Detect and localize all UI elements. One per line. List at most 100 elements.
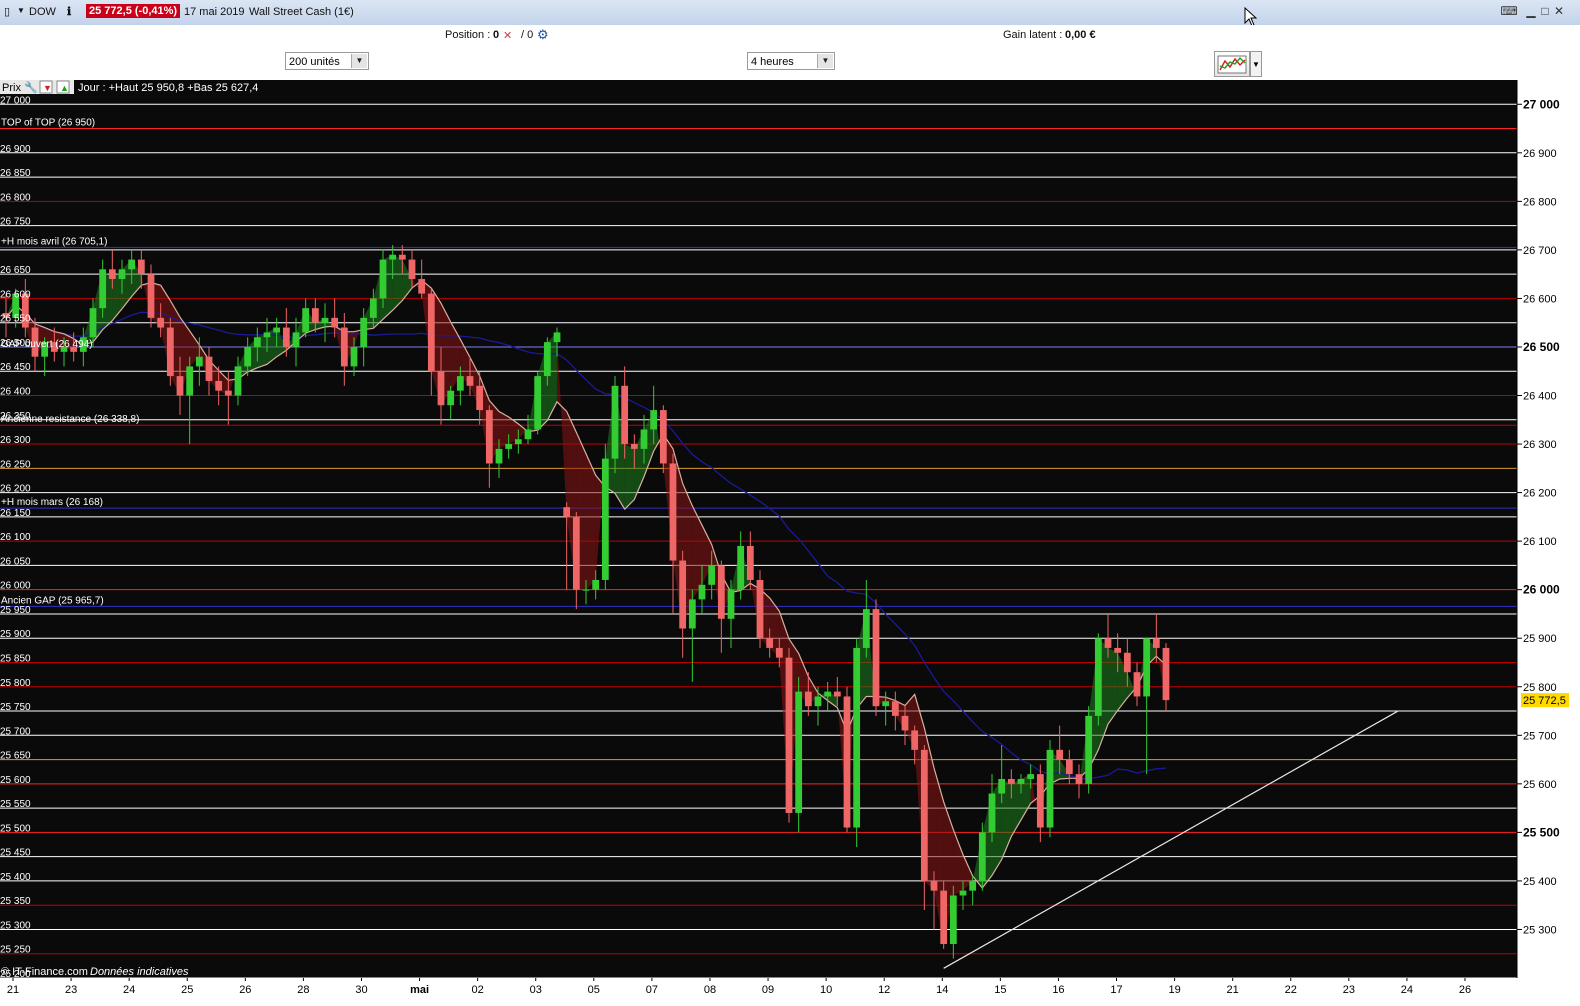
time-tick-label: 16 bbox=[1052, 984, 1064, 996]
price-badge: 25 772,5 (-0,41%) bbox=[86, 4, 181, 18]
position-value: 0 bbox=[493, 29, 500, 41]
candle-body bbox=[630, 444, 638, 449]
close-position-icon[interactable]: ✕ bbox=[503, 29, 512, 42]
window-icon[interactable]: ▯ bbox=[4, 5, 10, 18]
candle-body bbox=[282, 327, 290, 347]
candle-body bbox=[1152, 638, 1160, 648]
candle-body bbox=[930, 880, 938, 891]
timeframe-select[interactable]: 4 heures ▼ bbox=[747, 52, 835, 70]
candle-body bbox=[978, 832, 986, 881]
candle-body bbox=[331, 317, 339, 328]
level-label: 26 900 bbox=[0, 144, 31, 155]
candle-body bbox=[350, 346, 358, 367]
candle-body bbox=[418, 279, 426, 294]
candle-body bbox=[582, 589, 590, 591]
time-tick-label: 15 bbox=[994, 984, 1006, 996]
prix-label[interactable]: Prix bbox=[2, 82, 21, 94]
candle-body bbox=[1162, 647, 1170, 701]
chevron-down-icon[interactable]: ▼ bbox=[817, 54, 833, 68]
time-tick-label: 07 bbox=[646, 984, 658, 996]
level-label: 26 250 bbox=[0, 459, 31, 470]
candle-body bbox=[601, 458, 609, 580]
candle-body bbox=[611, 385, 619, 459]
level-label: 26 450 bbox=[0, 362, 31, 373]
gear-icon[interactable]: ⚙ bbox=[537, 27, 549, 43]
time-tick-label: 21 bbox=[1227, 984, 1239, 996]
keyboard-icon[interactable]: ⌨ bbox=[1498, 4, 1520, 18]
candle-body bbox=[737, 545, 745, 590]
info-bar: Position : 0 ✕ / 0 ⚙ Gain latent : 0,00 … bbox=[0, 25, 1580, 47]
info-icon[interactable]: ℹ bbox=[67, 5, 71, 18]
candle-body bbox=[1007, 778, 1015, 784]
candle-body bbox=[795, 691, 803, 813]
candle-body bbox=[1104, 638, 1112, 648]
time-tick-label: 30 bbox=[355, 984, 367, 996]
candle-body bbox=[147, 274, 155, 318]
candle-body bbox=[911, 730, 919, 750]
level-label: 26 300 bbox=[0, 435, 31, 446]
time-tick-label: 21 bbox=[7, 984, 19, 996]
price-tick-label: 25 900 bbox=[1523, 633, 1557, 645]
price-tick-label: 26 800 bbox=[1523, 196, 1557, 208]
candle-body bbox=[340, 327, 348, 367]
symbol-label[interactable]: DOW bbox=[29, 6, 56, 18]
level-label: 26 400 bbox=[0, 387, 31, 398]
price-tick-label: 26 200 bbox=[1523, 488, 1557, 500]
level-label: 26 050 bbox=[0, 556, 31, 567]
candle-body bbox=[621, 385, 629, 445]
time-tick-label: 05 bbox=[588, 984, 600, 996]
chevron-down-icon[interactable]: ▼ bbox=[351, 54, 367, 68]
candle-body bbox=[1046, 749, 1054, 828]
annotation-label: GAP ouvert (26 494) bbox=[1, 339, 93, 350]
candle-body bbox=[215, 380, 223, 391]
wrench-icon[interactable]: 🔧 bbox=[24, 80, 38, 94]
candle-body bbox=[1027, 774, 1035, 779]
svg-text:▲: ▲ bbox=[60, 83, 69, 93]
annotation-label: +H mois avril (26 705,1) bbox=[1, 236, 107, 247]
title-bar: ▯ ▼ DOW ℹ 25 772,5 (-0,41%) 17 mai 2019 … bbox=[0, 0, 1580, 27]
candle-body bbox=[756, 579, 764, 639]
level-label: 25 800 bbox=[0, 678, 31, 689]
gain-label: Gain latent : bbox=[1003, 29, 1063, 41]
level-label: 25 450 bbox=[0, 848, 31, 859]
candle-body bbox=[804, 691, 812, 707]
candle-body bbox=[669, 463, 677, 561]
ma-fill-segment bbox=[586, 453, 596, 590]
minimize-icon[interactable]: ▁ bbox=[1524, 4, 1538, 18]
chart-type-button[interactable] bbox=[1214, 51, 1250, 77]
candle-body bbox=[108, 269, 116, 280]
dropdown-icon[interactable]: ▼ bbox=[17, 6, 25, 15]
candle-body bbox=[688, 599, 696, 629]
time-tick-label: 24 bbox=[1401, 984, 1413, 996]
time-tick-label: 26 bbox=[1459, 984, 1471, 996]
candle-body bbox=[311, 308, 319, 323]
maximize-icon[interactable]: □ bbox=[1538, 4, 1552, 18]
candle-body bbox=[543, 342, 551, 377]
legend: Prix 🔧 ▼ ▲ Jour : +Haut 25 950,8 +Bas 25… bbox=[0, 80, 258, 94]
time-tick-label: 03 bbox=[530, 984, 542, 996]
ma-fill-segment bbox=[624, 444, 635, 510]
close-icon[interactable]: ✕ bbox=[1552, 4, 1566, 18]
candle-body bbox=[901, 715, 909, 731]
candle-body bbox=[524, 429, 532, 440]
candle-body bbox=[485, 410, 493, 464]
units-select[interactable]: 200 unités ▼ bbox=[285, 52, 369, 70]
candle-body bbox=[940, 890, 948, 945]
level-label: 25 550 bbox=[0, 799, 31, 810]
candle-body bbox=[369, 298, 377, 318]
level-label: 25 650 bbox=[0, 751, 31, 762]
candle-body bbox=[746, 545, 754, 580]
level-label: 25 400 bbox=[0, 872, 31, 883]
price-chart[interactable]: 27 000 26 900 26 850 26 800 26 750 26 650 26 6… bbox=[0, 80, 1580, 1006]
plot-area bbox=[0, 80, 1517, 978]
chevron-down-icon[interactable]: ▼ bbox=[1250, 51, 1262, 77]
candle-body bbox=[99, 269, 107, 309]
candle-body bbox=[1114, 647, 1122, 653]
annotation-label: TOP of TOP (26 950) bbox=[1, 118, 95, 129]
time-tick-label: 08 bbox=[704, 984, 716, 996]
time-tick-label: 12 bbox=[878, 984, 890, 996]
candle-body bbox=[1133, 672, 1141, 697]
candle-body bbox=[853, 647, 861, 828]
time-tick-label: 24 bbox=[123, 984, 135, 996]
candle-body bbox=[949, 895, 957, 945]
